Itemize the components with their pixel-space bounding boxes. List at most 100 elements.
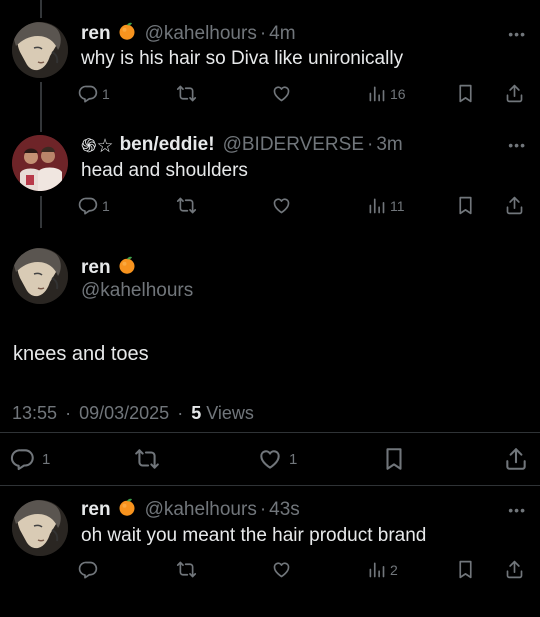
bookmark-button[interactable] bbox=[381, 446, 407, 472]
reply-count: 1 bbox=[102, 197, 110, 214]
views-button[interactable]: 2 bbox=[366, 559, 398, 580]
timestamp[interactable]: 3m bbox=[376, 134, 402, 156]
handle[interactable]: @BIDERVERSE bbox=[223, 134, 364, 156]
share-button[interactable] bbox=[504, 559, 525, 580]
thread-line-2 bbox=[40, 196, 42, 228]
reply-header: ren @kahelhours · 43s bbox=[81, 498, 300, 522]
share-button[interactable] bbox=[504, 195, 525, 216]
heart-icon bbox=[257, 446, 283, 472]
heart-icon bbox=[271, 83, 292, 104]
post-text: why is his hair so Diva like unironicall… bbox=[81, 48, 404, 69]
more-options-icon[interactable]: ••• bbox=[508, 502, 526, 518]
timestamp[interactable]: 4m bbox=[269, 23, 295, 45]
heart-icon bbox=[271, 559, 292, 580]
reply-icon bbox=[78, 195, 99, 216]
separator: · bbox=[259, 499, 267, 520]
repost-button[interactable] bbox=[134, 446, 160, 472]
handle[interactable]: @kahelhours bbox=[145, 499, 257, 521]
bookmark-icon bbox=[455, 559, 476, 580]
thread-line-top bbox=[40, 0, 42, 18]
repost-button[interactable] bbox=[176, 83, 197, 104]
repost-icon bbox=[176, 83, 197, 104]
like-button[interactable] bbox=[271, 83, 292, 104]
orange-emoji-icon bbox=[117, 21, 137, 47]
view-count: 16 bbox=[390, 85, 406, 102]
heart-icon bbox=[271, 195, 292, 216]
reply-icon bbox=[10, 446, 36, 472]
reply-count: 1 bbox=[42, 450, 51, 468]
separator: · bbox=[259, 23, 267, 44]
views-count: 5 bbox=[191, 403, 202, 423]
bookmark-icon bbox=[455, 83, 476, 104]
views-label: Views bbox=[206, 403, 254, 423]
bookmark-icon bbox=[455, 195, 476, 216]
display-name[interactable]: ren bbox=[81, 257, 111, 279]
reply-icon bbox=[78, 83, 99, 104]
main-display-name[interactable]: ren bbox=[81, 255, 137, 281]
repost-icon bbox=[176, 195, 197, 216]
orange-emoji-icon bbox=[117, 497, 137, 523]
timestamp[interactable]: 43s bbox=[269, 499, 300, 521]
repost-button[interactable] bbox=[176, 559, 197, 580]
bookmark-button[interactable] bbox=[455, 559, 476, 580]
display-name[interactable]: ren bbox=[81, 499, 111, 521]
views-icon bbox=[366, 559, 387, 580]
separator: · bbox=[177, 403, 184, 423]
action-bar: 1 16 bbox=[78, 83, 528, 107]
more-options-icon[interactable]: ••• bbox=[508, 137, 526, 153]
like-count: 1 bbox=[289, 450, 298, 468]
name-prefix-symbols: ֍☆ bbox=[81, 136, 114, 157]
separator: · bbox=[65, 403, 72, 423]
reply-header: ren @kahelhours · 4m bbox=[81, 22, 296, 46]
share-icon bbox=[504, 559, 525, 580]
orange-emoji-icon bbox=[117, 255, 137, 281]
like-button[interactable] bbox=[271, 559, 292, 580]
like-button[interactable] bbox=[271, 195, 292, 216]
post-date[interactable]: 09/03/2025 bbox=[79, 403, 169, 423]
action-bar: 1 11 bbox=[78, 195, 528, 219]
thread-line-1 bbox=[40, 82, 42, 132]
repost-icon bbox=[176, 559, 197, 580]
avatar[interactable] bbox=[12, 22, 68, 78]
avatar[interactable] bbox=[12, 135, 68, 191]
reply-button[interactable] bbox=[78, 559, 99, 580]
views-button[interactable]: 11 bbox=[366, 195, 405, 216]
main-handle[interactable]: @kahelhours bbox=[81, 280, 193, 302]
bookmark-button[interactable] bbox=[455, 195, 476, 216]
views-button[interactable]: 16 bbox=[366, 83, 406, 104]
avatar[interactable] bbox=[12, 500, 68, 556]
bookmark-button[interactable] bbox=[455, 83, 476, 104]
reply-count: 1 bbox=[102, 85, 110, 102]
reply-button[interactable]: 1 bbox=[10, 446, 50, 472]
main-action-bar: 1 1 bbox=[10, 446, 530, 472]
post-meta: 13:55 · 09/03/2025 · 5 Views bbox=[12, 403, 254, 424]
post-time[interactable]: 13:55 bbox=[12, 403, 57, 423]
separator: · bbox=[367, 134, 374, 155]
main-post-text: knees and toes bbox=[13, 343, 149, 365]
divider bbox=[0, 485, 540, 486]
reply-header: ֍☆ ben/eddie! @BIDERVERSE · 3m bbox=[81, 133, 403, 157]
more-options-icon[interactable]: ••• bbox=[508, 26, 526, 42]
bookmark-icon bbox=[381, 446, 407, 472]
handle[interactable]: @kahelhours bbox=[145, 23, 257, 45]
reply-button[interactable]: 1 bbox=[78, 83, 110, 104]
divider bbox=[0, 432, 540, 433]
post-text: oh wait you meant the hair product brand bbox=[81, 525, 427, 546]
avatar[interactable] bbox=[12, 248, 68, 304]
share-icon bbox=[504, 195, 525, 216]
like-button[interactable]: 1 bbox=[257, 446, 297, 472]
share-button[interactable] bbox=[504, 83, 525, 104]
display-name[interactable]: ren bbox=[81, 23, 111, 45]
display-name[interactable]: ben/eddie! bbox=[120, 134, 215, 156]
repost-icon bbox=[134, 446, 160, 472]
share-icon bbox=[504, 83, 525, 104]
repost-button[interactable] bbox=[176, 195, 197, 216]
views-icon bbox=[366, 195, 387, 216]
view-count: 11 bbox=[390, 197, 405, 214]
action-bar: 2 bbox=[78, 559, 528, 583]
view-count: 2 bbox=[390, 561, 398, 578]
share-button[interactable] bbox=[503, 446, 529, 472]
reply-button[interactable]: 1 bbox=[78, 195, 110, 216]
views-icon bbox=[366, 83, 387, 104]
post-text: head and shoulders bbox=[81, 160, 248, 181]
